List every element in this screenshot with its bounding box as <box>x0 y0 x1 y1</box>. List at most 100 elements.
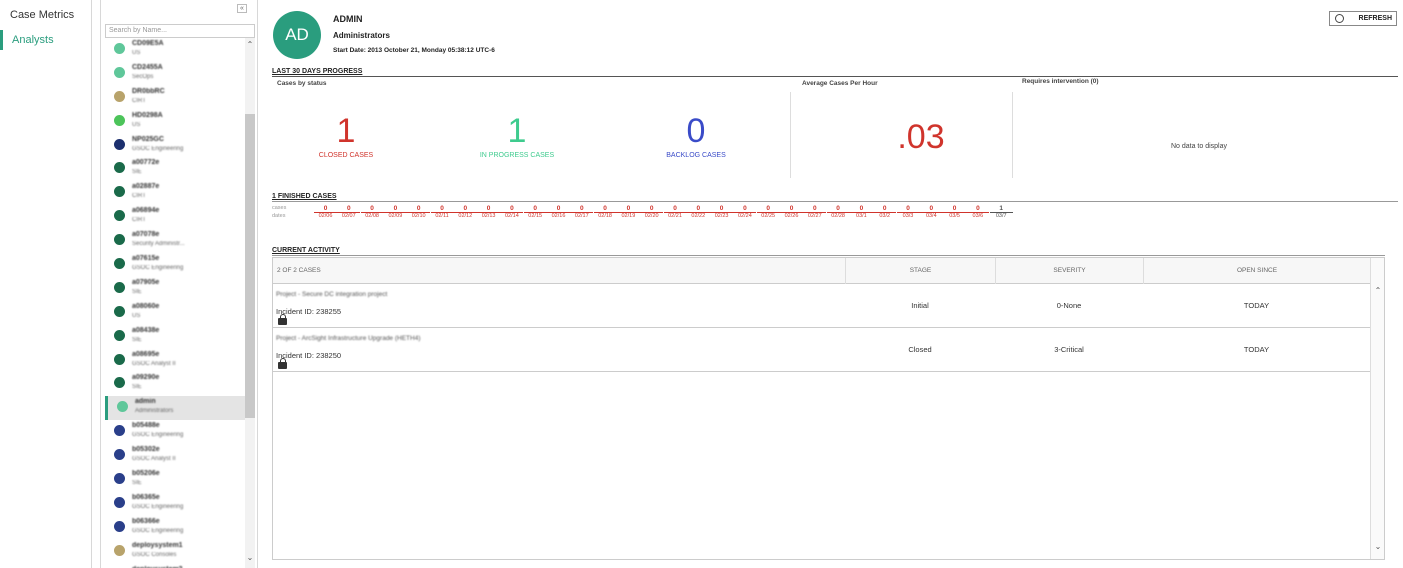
timeline-day-count: 0 <box>360 204 384 213</box>
analyst-list-item[interactable]: a06894e CIRT <box>105 205 245 229</box>
timeline-day-count: 0 <box>826 204 850 213</box>
timeline-day-count: 0 <box>943 204 967 213</box>
timeline-day: 0 02/26 <box>780 204 803 220</box>
analyst-avatar <box>114 43 125 54</box>
refresh-button[interactable]: REFRESH <box>1329 11 1397 26</box>
analyst-name: NP025GC <box>132 135 164 143</box>
timeline-day: 1 03/7 <box>989 204 1013 220</box>
analyst-avatar <box>114 425 125 437</box>
timeline-day-count: 0 <box>849 204 873 213</box>
analyst-name: HD0298A <box>132 111 163 119</box>
analyst-group: US <box>132 50 141 56</box>
severity-value: 3-Critical <box>1054 345 1084 354</box>
project-name: Project - Secure DC integration project <box>276 291 388 298</box>
analyst-list-item[interactable]: a00772e SIE <box>105 157 245 181</box>
timeline-day-count: 0 <box>523 204 547 213</box>
search-input[interactable]: Search by Name... <box>105 24 255 38</box>
analyst-list-item[interactable]: a02887e CIRT <box>105 181 245 205</box>
timeline-day: 0 02/27 <box>803 204 827 220</box>
analyst-name: a09290e <box>132 374 160 382</box>
timeline-day-count: 0 <box>803 204 827 213</box>
header-stage[interactable]: STAGE <box>845 258 995 284</box>
timeline-day-date: 02/21 <box>668 213 682 219</box>
analyst-name: a08695e <box>132 350 160 358</box>
timeline-day: 0 02/14 <box>500 204 524 220</box>
analyst-list-item[interactable]: deploysystem2GSOC Consoles <box>105 564 245 568</box>
intervention-empty-text: No data to display <box>1170 143 1228 150</box>
incident-id: Incident ID: 238250 <box>276 351 342 360</box>
timeline-day-count: 0 <box>337 204 361 213</box>
dates-row-label: dates <box>272 213 286 219</box>
activity-divider <box>272 255 1385 256</box>
analyst-list-item[interactable]: a08695e GSOC Analyst II <box>105 349 245 373</box>
timeline-day-count: 0 <box>593 204 617 213</box>
timeline-day: 0 03/1 <box>849 204 873 220</box>
analyst-name: b06366e <box>132 517 160 525</box>
analyst-list-item[interactable]: a08438e SIE <box>105 325 245 349</box>
analyst-name: a07078e <box>132 231 160 239</box>
analyst-list-item[interactable]: a08060e US <box>105 301 245 325</box>
stage-value: Closed <box>908 345 932 354</box>
analyst-list-item[interactable]: deploysystem1 GSOC Consoles <box>105 540 245 564</box>
table-header: 2 OF 2 CASES STAGE SEVERITY OPEN SINCE <box>273 258 1370 284</box>
header-severity[interactable]: SEVERITY <box>995 258 1143 284</box>
timeline-day-count: 0 <box>640 204 664 213</box>
header-open-since[interactable]: OPEN SINCE <box>1143 258 1370 284</box>
list-scrollbar[interactable]: ⌃ ⌄ <box>245 38 255 568</box>
scroll-up-icon[interactable]: ⌃ <box>1371 286 1385 295</box>
analyst-list-item[interactable]: NP025GC GSOC Engineering <box>105 134 245 158</box>
closed-cases-label: CLOSED CASES <box>318 152 374 159</box>
table-scrollbar[interactable]: ⌃ ⌄ <box>1370 258 1384 559</box>
timeline-day-count: 0 <box>547 204 570 213</box>
analyst-list-item[interactable]: HD0298A US <box>105 110 245 134</box>
analyst-name: CD09E5A <box>132 40 164 47</box>
analyst-list-item[interactable]: CD09E5A US <box>105 38 245 62</box>
analyst-list-item[interactable]: a07615e GSOC Engineering <box>105 253 245 277</box>
timeline-day: 0 02/18 <box>593 204 617 220</box>
analyst-list-item[interactable]: a07078e Security Administr... <box>105 229 245 253</box>
activity-table: 2 OF 2 CASES STAGE SEVERITY OPEN SINCE P… <box>272 257 1385 560</box>
analyst-list-item[interactable]: b06366e GSOC Engineering <box>105 516 245 540</box>
timeline-day-date: 03/3 <box>902 213 914 219</box>
analyst-list-item[interactable]: b05488e GSOC Engineering <box>105 420 245 444</box>
analyst-list-item[interactable]: b05302e GSOC Analyst II <box>105 444 245 468</box>
nav-item-analysts[interactable]: Analysts <box>0 30 91 50</box>
table-row[interactable]: Project - Secure DC integration project I… <box>273 285 1370 328</box>
analyst-list-item[interactable]: a07905e SIE <box>105 277 245 301</box>
timeline-day-count: 1 <box>989 204 1013 213</box>
analyst-list-item[interactable]: b06365e GSOC Engineering <box>105 492 245 516</box>
timeline-day-date: 02/24 <box>738 213 752 219</box>
scroll-up-icon[interactable]: ⌃ <box>245 40 255 49</box>
scroll-down-icon[interactable]: ⌄ <box>245 553 255 562</box>
list-scrollbar-thumb[interactable] <box>245 114 255 418</box>
analyst-list-item[interactable]: b05206e SIE <box>105 468 245 492</box>
finished-cases-title: 1 FINISHED CASES <box>272 193 337 200</box>
analyst-group: SIE <box>132 169 142 176</box>
open-since-value: TODAY <box>1243 301 1270 310</box>
timeline-day: 0 02/06 <box>314 204 337 220</box>
analyst-list-item[interactable]: CD2455A SecOps <box>105 62 245 86</box>
header-cases[interactable]: 2 OF 2 CASES <box>273 258 845 284</box>
analyst-list: CD09E5A US CD2455A SecOps DR0bbRC CIRT HD0298A… <box>105 38 245 568</box>
nav-item-case-metrics[interactable]: Case Metrics <box>0 5 91 25</box>
analyst-list-item[interactable]: admin Administrators <box>105 396 245 421</box>
analyst-name: admin <box>135 398 156 406</box>
table-row[interactable]: Project - ArcSight Infrastructure Upgrad… <box>273 329 1370 372</box>
analyst-group: GSOC Engineering <box>132 145 184 152</box>
timeline-day: 0 02/28 <box>826 204 850 220</box>
analyst-name: a08438e <box>132 326 160 334</box>
analyst-name: DR0bbRC <box>132 87 165 95</box>
app-root: Case Metrics Analysts « Search by Name..… <box>0 0 1403 568</box>
analyst-list-item[interactable]: DR0bbRC CIRT <box>105 86 245 110</box>
timeline-day: 0 02/19 <box>616 204 640 220</box>
scroll-down-icon[interactable]: ⌄ <box>1371 542 1385 551</box>
analyst-list-item[interactable]: a09290e SIE <box>105 372 245 396</box>
timeline-day-date: 02/15 <box>528 213 543 219</box>
closed-cases-count: 1 <box>336 112 356 150</box>
timeline-day-date: 02/28 <box>831 213 845 219</box>
analyst-group: SIE <box>132 336 142 343</box>
analyst-avatar <box>114 114 125 126</box>
profile-group: Administrators <box>333 31 390 40</box>
analyst-avatar <box>114 544 125 556</box>
collapse-panel-icon[interactable]: « <box>237 4 247 13</box>
